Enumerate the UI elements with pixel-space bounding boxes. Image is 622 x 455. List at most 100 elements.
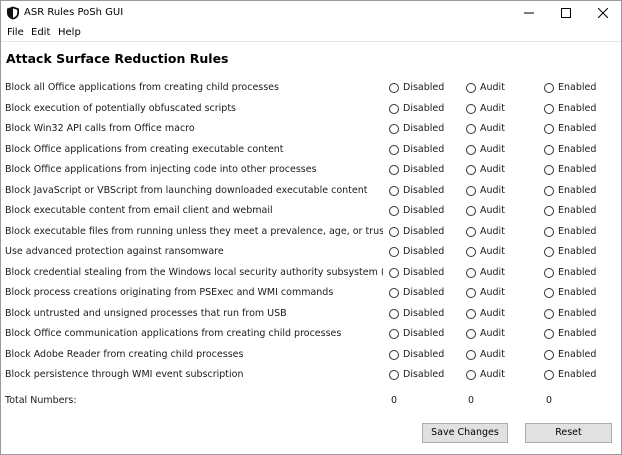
radio-label-audit: Audit [480,369,505,380]
close-icon [598,8,608,18]
radio-disabled[interactable] [389,206,399,216]
rule-row: Block Win32 API calls from Office macro D… [1,119,621,140]
radio-audit[interactable] [466,185,476,196]
radio-label-disabled: Disabled [403,369,445,380]
radio-enabled[interactable] [544,124,554,134]
radio-audit[interactable] [466,349,476,360]
radio-audit[interactable] [466,144,476,155]
radio-label-enabled: Enabled [558,287,597,298]
rule-row: Block executable files from running unle… [1,222,621,243]
menu-help[interactable]: Help [58,26,81,40]
rule-name: Block process creations originating from… [5,287,334,298]
radio-disabled[interactable] [389,83,399,93]
radio-enabled[interactable] [544,247,554,257]
radio-label-audit: Audit [480,348,505,360]
radio-disabled[interactable] [389,103,399,114]
page-title: Attack Surface Reduction Rules [6,51,229,66]
radio-disabled[interactable] [389,165,399,175]
rule-row: Block all Office applications from creat… [1,78,621,99]
rule-row: Block process creations originating from… [1,283,621,304]
radio-label-enabled: Enabled [558,82,597,93]
radio-label-disabled: Disabled [403,102,445,114]
reset-button[interactable]: Reset [525,423,612,443]
rule-name: Block execution of potentially obfuscate… [5,102,236,114]
radio-audit[interactable] [466,329,476,339]
rule-name: Block executable content from email clie… [5,205,273,216]
rule-row: Block executable content from email clie… [1,201,621,222]
radio-disabled[interactable] [389,288,399,298]
close-button[interactable] [584,1,621,25]
maximize-icon [561,8,571,18]
save-changes-button[interactable]: Save Changes [422,423,508,443]
radio-label-disabled: Disabled [403,246,445,257]
radio-label-enabled: Enabled [558,164,597,175]
radio-disabled[interactable] [389,329,399,339]
radio-label-disabled: Disabled [403,328,445,339]
radio-audit[interactable] [466,226,476,237]
radio-label-enabled: Enabled [558,348,597,360]
radio-enabled[interactable] [544,185,554,196]
radio-disabled[interactable] [389,349,399,360]
radio-label-disabled: Disabled [403,266,445,278]
radio-enabled[interactable] [544,103,554,114]
radio-label-disabled: Disabled [403,225,445,237]
radio-enabled[interactable] [544,226,554,237]
radio-label-audit: Audit [480,102,505,114]
radio-disabled[interactable] [389,144,399,155]
radio-audit[interactable] [466,83,476,93]
radio-enabled[interactable] [544,165,554,175]
rule-row: Block Office applications from injecting… [1,160,621,181]
radio-audit[interactable] [466,206,476,216]
minimize-button[interactable] [510,1,548,25]
totals-label: Total Numbers: [5,395,77,406]
radio-label-disabled: Disabled [403,348,445,360]
radio-audit[interactable] [466,124,476,134]
rule-name: Block Office communication applications … [5,328,342,339]
radio-disabled[interactable] [389,185,399,196]
radio-label-disabled: Disabled [403,307,445,319]
radio-disabled[interactable] [389,226,399,237]
radio-disabled[interactable] [389,308,399,319]
title-bar[interactable]: ASR Rules PoSh GUI [1,1,621,25]
rule-name: Block persistence through WMI event subs… [5,369,244,380]
radio-disabled[interactable] [389,267,399,278]
radio-label-disabled: Disabled [403,205,445,216]
radio-label-disabled: Disabled [403,143,445,155]
radio-label-enabled: Enabled [558,143,597,155]
radio-enabled[interactable] [544,308,554,319]
menu-edit[interactable]: Edit [31,26,50,40]
radio-label-enabled: Enabled [558,123,597,134]
rule-row: Block untrusted and unsigned processes t… [1,304,621,325]
radio-audit[interactable] [466,370,476,380]
radio-disabled[interactable] [389,370,399,380]
rule-name: Block untrusted and unsigned processes t… [5,307,287,319]
radio-enabled[interactable] [544,329,554,339]
radio-audit[interactable] [466,103,476,114]
radio-audit[interactable] [466,165,476,175]
radio-enabled[interactable] [544,144,554,155]
radio-enabled[interactable] [544,370,554,380]
rule-name: Use advanced protection against ransomwa… [5,246,224,257]
radio-label-audit: Audit [480,328,505,339]
radio-label-disabled: Disabled [403,123,445,134]
radio-enabled[interactable] [544,83,554,93]
maximize-button[interactable] [547,1,585,25]
radio-label-enabled: Enabled [558,328,597,339]
radio-audit[interactable] [466,267,476,278]
radio-disabled[interactable] [389,124,399,134]
radio-enabled[interactable] [544,288,554,298]
total-audit-count: 0 [468,395,475,406]
radio-disabled[interactable] [389,247,399,257]
radio-label-audit: Audit [480,143,505,155]
radio-enabled[interactable] [544,206,554,216]
menu-file[interactable]: File [7,26,24,40]
radio-audit[interactable] [466,247,476,257]
radio-audit[interactable] [466,308,476,319]
radio-enabled[interactable] [544,267,554,278]
radio-label-audit: Audit [480,205,505,216]
rule-name: Block executable files from running unle… [5,225,383,237]
radio-audit[interactable] [466,288,476,298]
radio-enabled[interactable] [544,349,554,360]
total-disabled-count: 0 [391,395,398,406]
radio-label-audit: Audit [480,266,505,278]
